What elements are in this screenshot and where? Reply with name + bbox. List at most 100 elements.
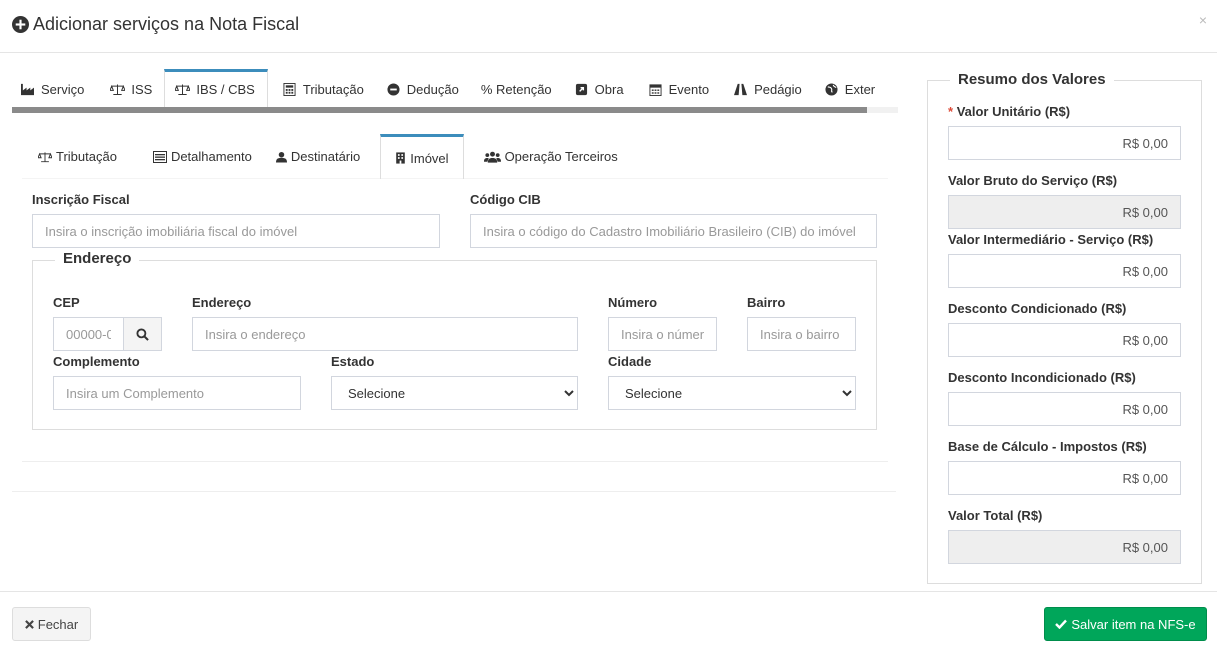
codigo-cib-input[interactable]	[470, 214, 877, 248]
globe-icon	[825, 82, 838, 96]
base-calculo-input[interactable]	[948, 461, 1181, 495]
resumo-legend: Resumo dos Valores	[950, 71, 1114, 88]
search-icon	[136, 327, 149, 341]
numero-label: Número	[608, 295, 658, 310]
subtab-imovel[interactable]: Imóvel	[380, 134, 464, 179]
tab-label: Pedágio	[754, 81, 802, 97]
subtab-label: Operação Terceiros	[504, 149, 618, 164]
valor-bruto-label: Valor Bruto do Serviço (R$)	[948, 173, 1118, 188]
desconto-condicionado-input[interactable]	[948, 323, 1181, 357]
endereco-input[interactable]	[192, 317, 578, 351]
close-button[interactable]: Fechar	[12, 607, 91, 641]
subtab-tributacao[interactable]: Tributação	[22, 134, 131, 179]
tab-label: Serviço	[41, 81, 85, 97]
industry-icon	[21, 83, 34, 95]
cidade-label: Cidade	[608, 354, 652, 369]
tab-retencao[interactable]: % Retenção	[471, 69, 564, 107]
minus-circle-icon	[387, 82, 400, 96]
tab-iss[interactable]: ISS	[96, 69, 164, 107]
calendar-icon	[649, 83, 662, 96]
codigo-cib-label: Código CIB	[470, 192, 541, 207]
close-button-label: Fechar	[37, 616, 79, 632]
tab-ibs-cbs[interactable]: IBS / CBS	[164, 69, 268, 107]
desconto-incondicionado-input[interactable]	[948, 392, 1181, 426]
endereco-label: Endereço	[192, 295, 252, 310]
valor-unitario-label: * Valor Unitário (R$)	[948, 104, 1070, 119]
valor-unitario-input[interactable]	[948, 126, 1181, 160]
cep-input[interactable]	[53, 317, 124, 351]
valor-total-input	[948, 530, 1181, 564]
desconto-incondicionado-label: Desconto Incondicionado (R$)	[948, 370, 1136, 385]
tab-label: Evento	[668, 81, 710, 97]
endereco-legend: Endereço	[55, 250, 140, 267]
tab-label: IBS / CBS	[196, 82, 255, 97]
modal-header: Adicionar serviços na Nota Fiscal ×	[0, 0, 1217, 53]
subtab-label: Imóvel	[410, 150, 449, 166]
bairro-input[interactable]	[747, 317, 856, 351]
check-icon	[1055, 619, 1068, 629]
tab-label: % Retenção	[480, 81, 552, 97]
cep-label: CEP	[53, 295, 80, 310]
complemento-label: Complemento	[53, 354, 140, 369]
tab-pedagio[interactable]: Pedágio	[721, 69, 814, 107]
estado-select[interactable]: Selecione	[331, 376, 578, 410]
valor-intermediario-label: Valor Intermediário - Serviço (R$)	[948, 232, 1154, 247]
tab-tributacao[interactable]: Tributação	[268, 69, 376, 107]
bairro-label: Bairro	[747, 295, 786, 310]
times-icon	[24, 619, 34, 629]
road-icon	[734, 83, 748, 95]
tab-label: Dedução	[406, 81, 459, 97]
building-icon	[396, 152, 406, 164]
user-icon	[275, 151, 287, 162]
tab-label: Tributação	[302, 81, 364, 97]
close-icon[interactable]: ×	[1199, 12, 1207, 28]
divider	[22, 461, 888, 462]
cidade-select[interactable]: Selecione	[608, 376, 856, 410]
subtab-label: Destinatário	[290, 149, 361, 164]
valor-unitario-label-text: Valor Unitário (R$)	[956, 104, 1071, 119]
inscricao-fiscal-label: Inscrição Fiscal	[32, 192, 130, 207]
footer-divider	[0, 591, 1217, 592]
desconto-condicionado-label: Desconto Condicionado (R$)	[948, 301, 1127, 316]
tab-evento[interactable]: Evento	[636, 69, 721, 107]
valor-intermediario-input[interactable]	[948, 254, 1181, 288]
modal-title: Adicionar serviços na Nota Fiscal	[12, 14, 299, 35]
tab-exterior[interactable]: Exter	[814, 69, 887, 107]
complemento-input[interactable]	[53, 376, 301, 410]
list-alt-icon	[152, 150, 167, 163]
numero-input[interactable]	[608, 317, 717, 351]
plus-circle-icon	[12, 16, 29, 33]
tab-label: Obra	[594, 81, 624, 97]
tab-servico[interactable]: Serviço	[12, 69, 96, 107]
save-item-button-label: Salvar item na NFS-e	[1071, 616, 1196, 632]
main-tabs: Serviço ISS IBS / CBS Tributação Dedução…	[12, 69, 898, 107]
calculator-icon	[283, 82, 296, 96]
tab-label: ISS	[131, 81, 153, 97]
sub-tabs: Tributação Detalhamento Destinatário Imó…	[22, 134, 888, 179]
save-item-button[interactable]: Salvar item na NFS-e	[1044, 607, 1207, 641]
tabs-scrollbar-track[interactable]	[867, 107, 898, 113]
base-calculo-label: Base de Cálculo - Impostos (R$)	[948, 439, 1147, 454]
required-mark: *	[948, 104, 954, 119]
valor-total-label: Valor Total (R$)	[948, 508, 1043, 523]
scale-icon	[110, 84, 126, 95]
users-icon	[483, 151, 501, 163]
subtab-label: Tributação	[56, 149, 117, 164]
subtab-destinatario[interactable]: Destinatário	[266, 134, 374, 179]
tabs-scrollbar-thumb[interactable]	[12, 107, 867, 113]
estado-label: Estado	[331, 354, 375, 369]
scale-icon	[38, 151, 52, 162]
tab-deducao[interactable]: Dedução	[376, 69, 471, 107]
subtab-detalhamento[interactable]: Detalhamento	[131, 134, 266, 179]
scale-icon	[175, 84, 191, 95]
valor-bruto-input	[948, 195, 1181, 229]
modal-title-text: Adicionar serviços na Nota Fiscal	[33, 14, 300, 34]
external-link-icon	[575, 83, 587, 95]
tab-obra[interactable]: Obra	[564, 69, 636, 107]
divider	[12, 491, 896, 492]
cep-search-button[interactable]	[123, 317, 162, 351]
subtab-label: Detalhamento	[170, 149, 252, 164]
tab-label: Exter	[844, 81, 876, 97]
subtab-operacao-terceiros[interactable]: Operação Terceiros	[464, 134, 632, 179]
inscricao-fiscal-input[interactable]	[32, 214, 440, 248]
